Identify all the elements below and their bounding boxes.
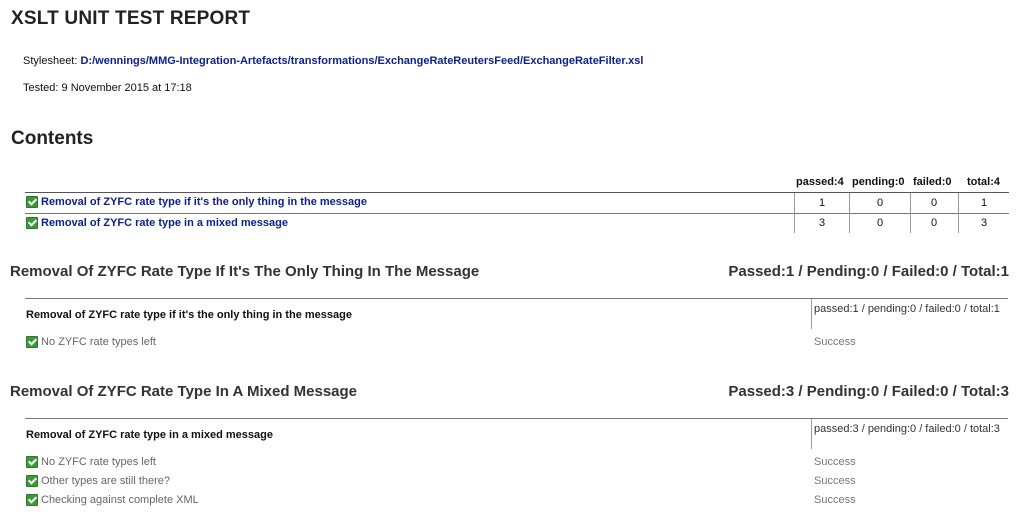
scenario-column-divider xyxy=(811,299,812,329)
test-case-status: Success xyxy=(814,336,856,348)
tested-date: Tested: 9 November 2015 at 17:18 xyxy=(23,82,192,94)
section-totals: Passed:1 / Pending:0 / Failed:0 / Total:… xyxy=(728,263,1009,280)
scenario-stats: passed:3 / pending:0 / failed:0 / total:… xyxy=(814,423,1000,435)
check-icon xyxy=(26,196,38,208)
contents-heading: Contents xyxy=(11,128,94,149)
row-total: 1 xyxy=(980,197,988,209)
row-total: 3 xyxy=(980,217,988,229)
test-case-label: Checking against complete XML xyxy=(41,494,199,506)
check-icon xyxy=(26,336,38,348)
test-case-label: Other types are still there? xyxy=(41,475,171,487)
contents-row-link[interactable]: Removal of ZYFC rate type if it's the on… xyxy=(41,196,367,208)
section-title: Removal Of ZYFC Rate Type If It's The On… xyxy=(10,263,480,280)
column-divider xyxy=(794,193,795,233)
section-totals: Passed:3 / Pending:0 / Failed:0 / Total:… xyxy=(728,383,1009,400)
test-case-label: No ZYFC rate types left xyxy=(41,456,156,468)
scenario-label: Removal of ZYFC rate type in a mixed mes… xyxy=(26,429,273,441)
column-divider xyxy=(910,193,911,233)
test-case-status: Success xyxy=(814,475,856,487)
scenario-divider xyxy=(25,298,1008,299)
check-icon xyxy=(26,494,38,506)
row-failed: 0 xyxy=(930,217,938,229)
stylesheet-line: Stylesheet: D:/wennings/MMG-Integration-… xyxy=(23,55,643,67)
scenario-divider xyxy=(25,418,1008,419)
test-case-status: Success xyxy=(814,494,856,506)
row-passed: 1 xyxy=(818,197,826,209)
check-icon xyxy=(26,456,38,468)
row-divider xyxy=(25,213,1009,214)
summary-total-header: total:4 xyxy=(967,176,1000,188)
stylesheet-link[interactable]: D:/wennings/MMG-Integration-Artefacts/tr… xyxy=(80,55,643,67)
summary-failed-header: failed:0 xyxy=(913,176,952,188)
section-title: Removal Of ZYFC Rate Type In A Mixed Mes… xyxy=(10,383,358,400)
row-failed: 0 xyxy=(930,197,938,209)
column-divider xyxy=(958,193,959,233)
summary-pending-header: pending:0 xyxy=(852,176,905,188)
check-icon xyxy=(26,475,38,487)
report-title: XSLT UNIT TEST REPORT xyxy=(11,8,251,29)
test-case-label: No ZYFC rate types left xyxy=(41,336,156,348)
check-icon xyxy=(26,217,38,229)
scenario-stats: passed:1 / pending:0 / failed:0 / total:… xyxy=(814,303,1000,315)
contents-divider xyxy=(25,192,1009,193)
row-pending: 0 xyxy=(876,217,884,229)
test-case-status: Success xyxy=(814,456,856,468)
summary-passed-header: passed:4 xyxy=(796,176,844,188)
row-pending: 0 xyxy=(876,197,884,209)
row-passed: 3 xyxy=(818,217,826,229)
stylesheet-label: Stylesheet: xyxy=(23,55,78,67)
contents-row-link[interactable]: Removal of ZYFC rate type in a mixed mes… xyxy=(41,217,288,229)
column-divider xyxy=(849,193,850,233)
scenario-column-divider xyxy=(811,419,812,449)
scenario-label: Removal of ZYFC rate type if it's the on… xyxy=(26,309,352,321)
